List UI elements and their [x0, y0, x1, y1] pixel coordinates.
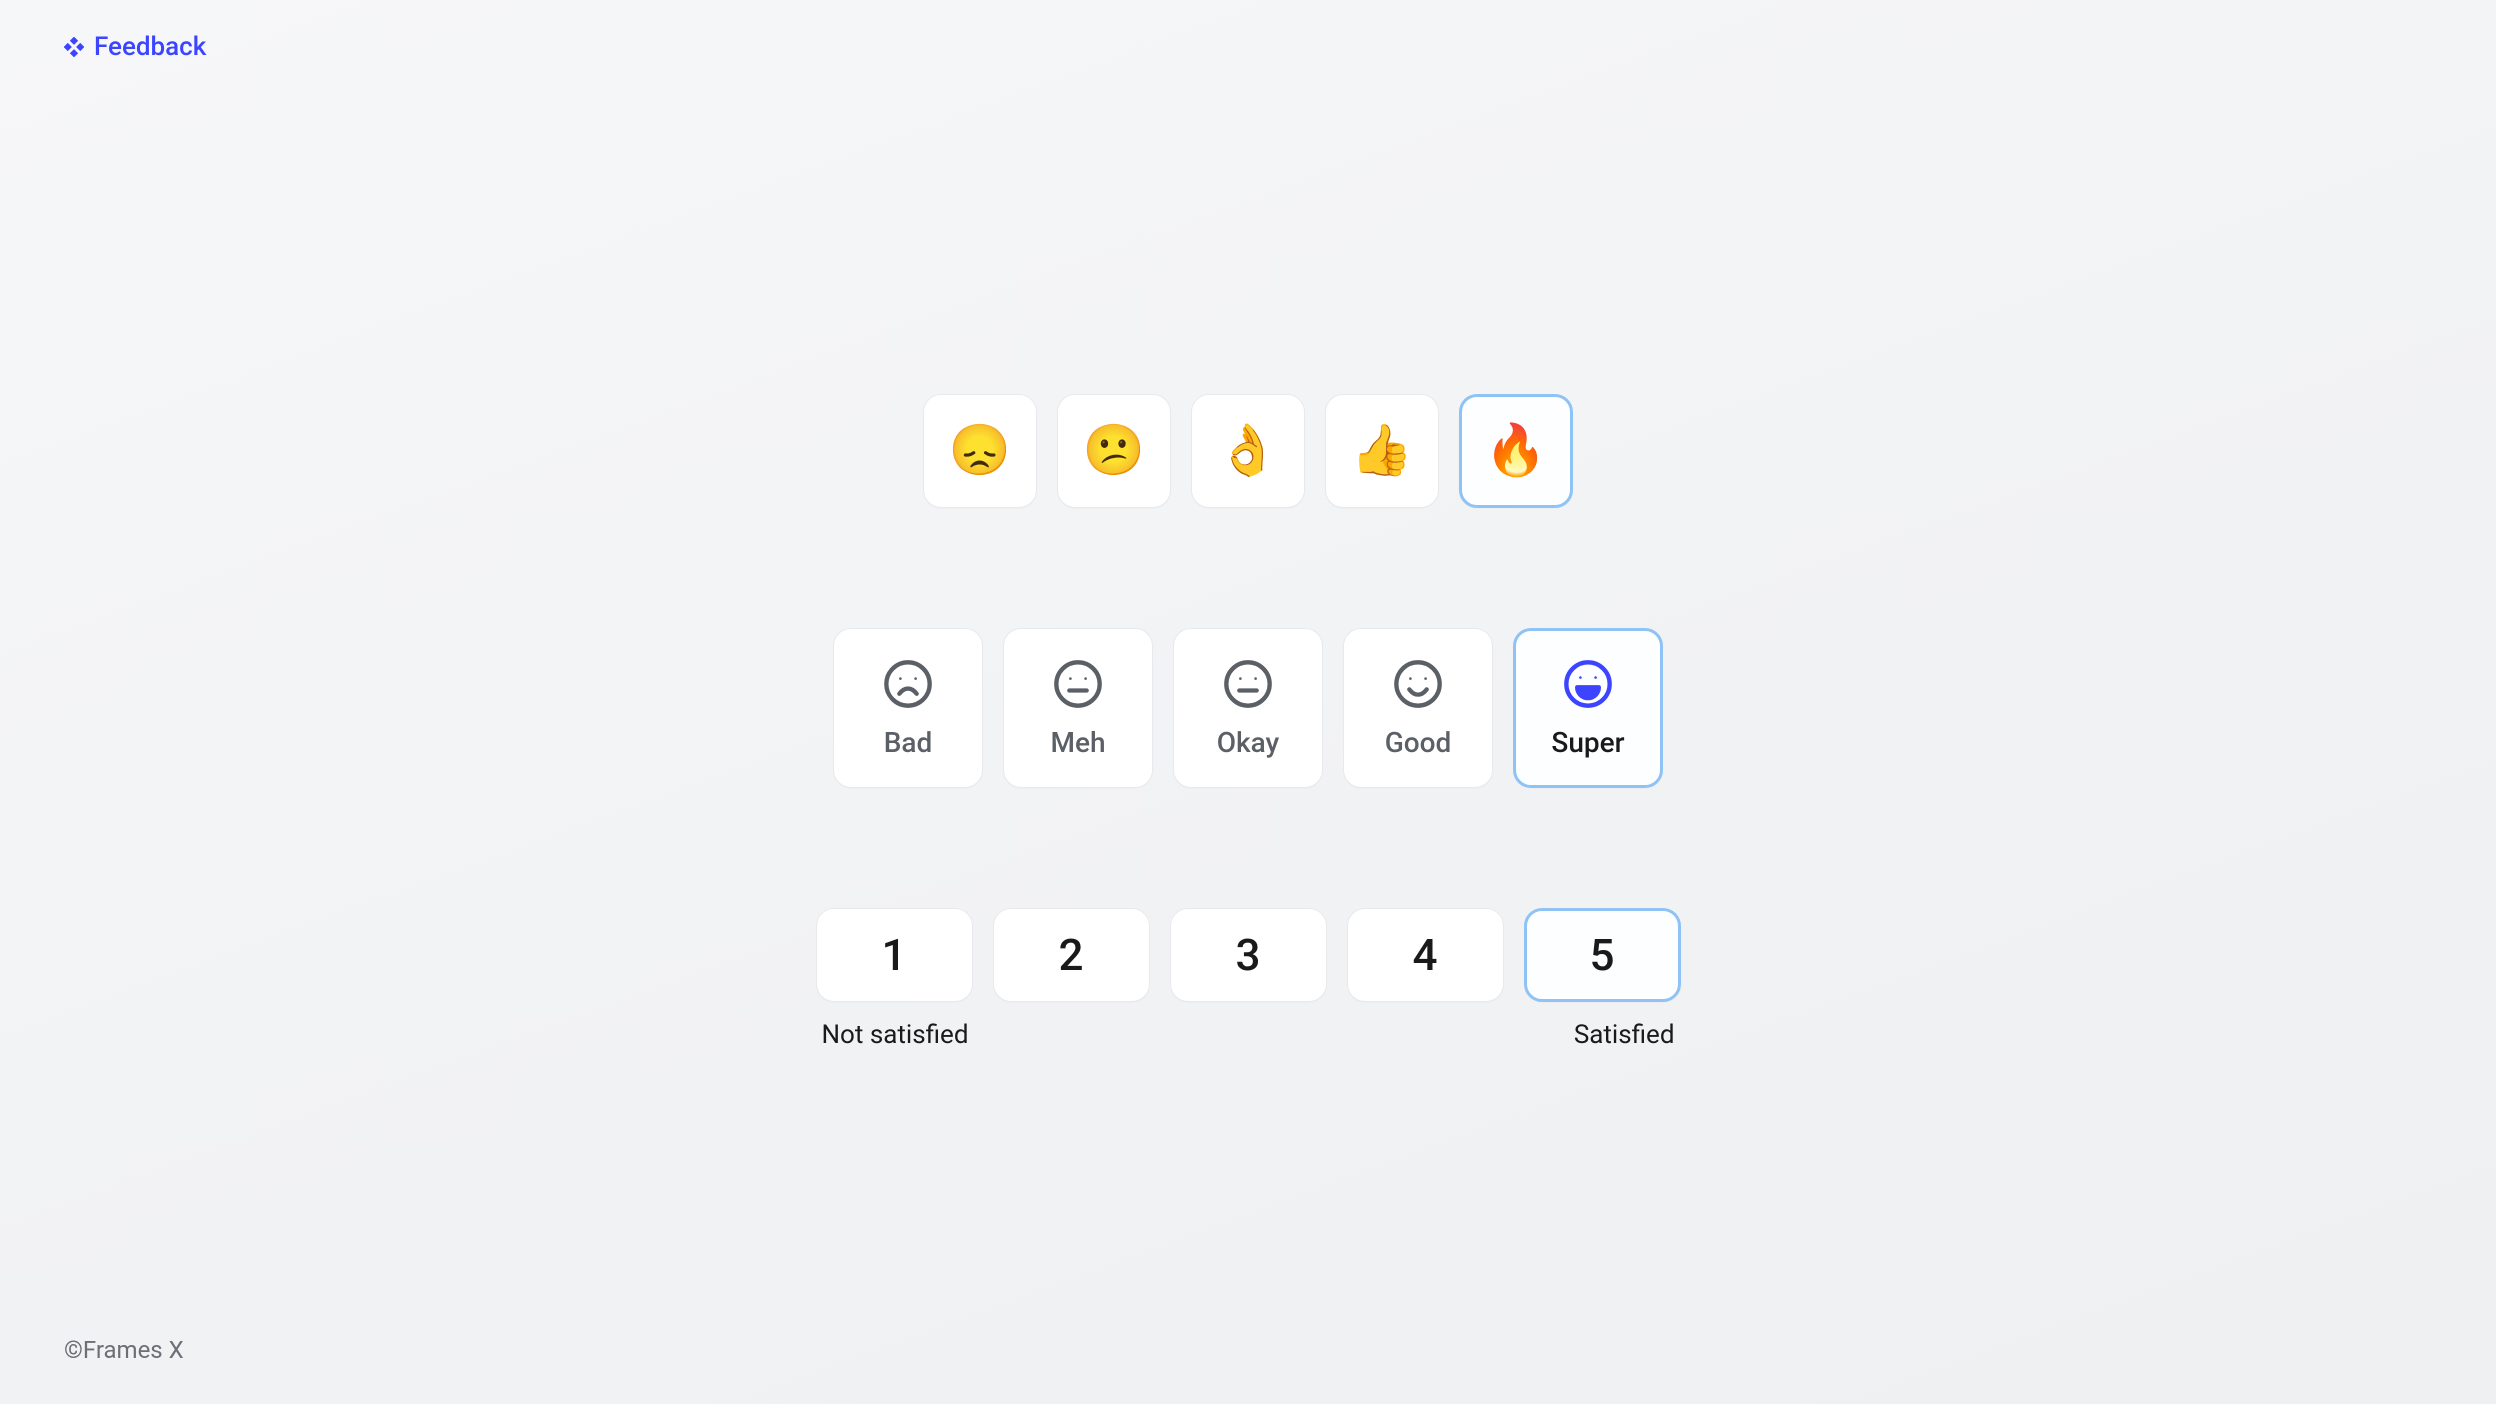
- face-tile-bad[interactable]: Bad: [833, 628, 983, 788]
- emoji-tile-5[interactable]: 🔥: [1459, 394, 1573, 508]
- face-sad-icon: [882, 658, 934, 710]
- num-value: 4: [1412, 929, 1437, 981]
- emoji-rating-row: 😞 😕 👌 👍 🔥: [923, 394, 1573, 508]
- emoji-tile-4[interactable]: 👍: [1325, 394, 1439, 508]
- emoji-icon: 😕: [1083, 422, 1145, 480]
- emoji-tile-3[interactable]: 👌: [1191, 394, 1305, 508]
- scale-low-label: Not satisfied: [822, 1020, 969, 1050]
- num-value: 2: [1058, 929, 1083, 981]
- face-tile-label: Bad: [884, 726, 933, 759]
- feedback-stage: 😞 😕 👌 👍 🔥 Bad Meh: [0, 0, 2496, 1404]
- num-value: 5: [1589, 929, 1614, 981]
- numeric-rating-block: 1 2 3 4 5 Not satisfied Satisfied: [816, 908, 1681, 1050]
- face-neutral-icon: [1052, 658, 1104, 710]
- face-tile-label: Meh: [1050, 726, 1105, 759]
- num-value: 3: [1235, 929, 1260, 981]
- scale-labels: Not satisfied Satisfied: [816, 1020, 1681, 1050]
- face-smile-icon: [1392, 658, 1444, 710]
- num-tile-2[interactable]: 2: [993, 908, 1150, 1002]
- scale-high-label: Satisfied: [1574, 1020, 1675, 1050]
- face-tile-super[interactable]: Super: [1513, 628, 1663, 788]
- emoji-tile-2[interactable]: 😕: [1057, 394, 1171, 508]
- emoji-tile-1[interactable]: 😞: [923, 394, 1037, 508]
- face-tile-meh[interactable]: Meh: [1003, 628, 1153, 788]
- face-rating-row: Bad Meh Okay: [833, 628, 1663, 788]
- face-tile-label: Good: [1385, 726, 1452, 759]
- emoji-icon: 😞: [949, 422, 1011, 480]
- num-tile-5[interactable]: 5: [1524, 908, 1681, 1002]
- num-tile-4[interactable]: 4: [1347, 908, 1504, 1002]
- face-grin-icon: [1562, 658, 1614, 710]
- emoji-icon: 🔥: [1485, 422, 1547, 480]
- num-value: 1: [881, 929, 906, 981]
- emoji-icon: 👍: [1351, 422, 1413, 480]
- face-tile-good[interactable]: Good: [1343, 628, 1493, 788]
- face-tile-label: Okay: [1217, 726, 1280, 759]
- face-tile-label: Super: [1551, 726, 1624, 759]
- numeric-rating-row: 1 2 3 4 5: [816, 908, 1681, 1002]
- num-tile-1[interactable]: 1: [816, 908, 973, 1002]
- footer-copyright: ©Frames X: [64, 1336, 184, 1364]
- face-tile-okay[interactable]: Okay: [1173, 628, 1323, 788]
- num-tile-3[interactable]: 3: [1170, 908, 1327, 1002]
- emoji-icon: 👌: [1217, 422, 1279, 480]
- face-neutral-icon: [1222, 658, 1274, 710]
